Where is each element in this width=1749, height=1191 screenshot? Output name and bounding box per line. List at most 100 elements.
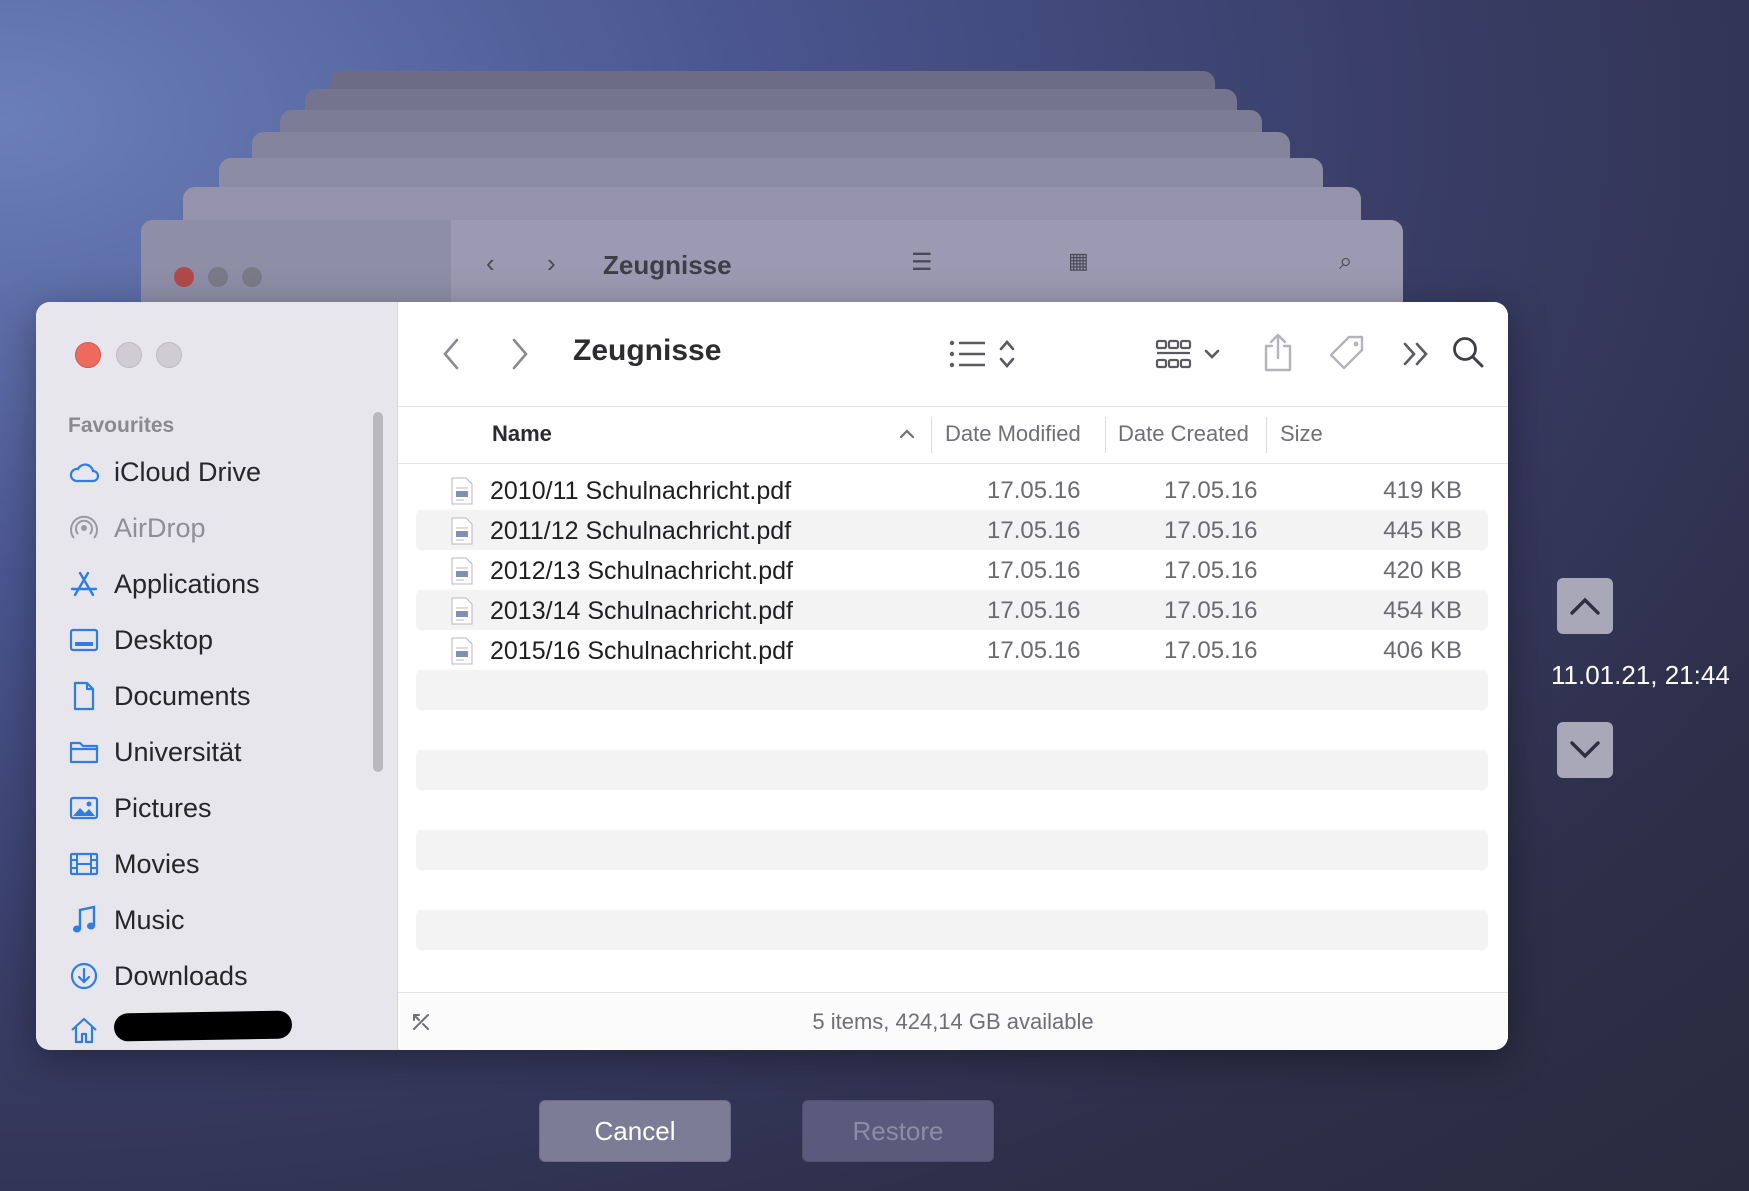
newer-snapshot-button[interactable] <box>1557 722 1613 778</box>
column-name[interactable]: Name <box>492 421 552 447</box>
pdf-file-icon <box>451 557 473 585</box>
pictures-icon <box>68 792 100 824</box>
column-date-created[interactable]: Date Created <box>1118 421 1249 447</box>
sidebar-item-label: Documents <box>114 680 251 711</box>
back-button[interactable] <box>436 336 466 372</box>
forward-button[interactable] <box>505 336 535 372</box>
file-date-modified: 17.05.16 <box>987 597 1081 624</box>
file-size: 445 KB <box>1383 517 1462 544</box>
file-size: 419 KB <box>1383 477 1462 504</box>
sidebar-item-movies[interactable]: Movies <box>68 844 200 884</box>
file-date-modified: 17.05.16 <box>987 557 1081 584</box>
older-snapshot-button[interactable] <box>1557 578 1613 634</box>
column-divider[interactable] <box>1105 417 1106 453</box>
file-date-created: 17.05.16 <box>1164 477 1258 504</box>
sidebar: Favourites iCloud Drive AirDrop Applicat… <box>36 302 398 1050</box>
sidebar-item-airdrop[interactable]: AirDrop <box>68 508 206 548</box>
list-view-icon: ☰ <box>911 249 933 276</box>
table-row[interactable]: 2011/12 Schulnachricht.pdf 17.05.16 17.0… <box>416 510 1488 550</box>
sidebar-item-downloads[interactable]: Downloads <box>68 956 248 996</box>
more-toolbar-button[interactable] <box>1398 334 1434 374</box>
minimize-icon <box>208 267 228 287</box>
sidebar-scrollbar[interactable] <box>373 412 383 772</box>
column-header: Name Date Modified Date Created Size <box>398 407 1508 464</box>
toolbar: Zeugnisse <box>398 302 1508 407</box>
zoom-icon <box>242 267 262 287</box>
cancel-button[interactable]: Cancel <box>539 1100 731 1162</box>
sidebar-item-home[interactable] <box>68 1010 114 1050</box>
pdf-file-icon <box>451 517 473 545</box>
file-size: 420 KB <box>1383 557 1462 584</box>
file-date-created: 17.05.16 <box>1164 597 1258 624</box>
file-name: 2010/11 Schulnachricht.pdf <box>490 477 792 505</box>
column-divider[interactable] <box>931 417 932 453</box>
table-row[interactable]: 2015/16 Schulnachricht.pdf 17.05.16 17.0… <box>416 630 1488 670</box>
file-size: 454 KB <box>1383 597 1462 624</box>
tag-button[interactable] <box>1326 332 1368 374</box>
file-name: 2012/13 Schulnachricht.pdf <box>490 557 793 585</box>
column-size[interactable]: Size <box>1280 421 1323 447</box>
table-row[interactable]: 2010/11 Schulnachricht.pdf 17.05.16 17.0… <box>416 470 1488 510</box>
file-name: 2011/12 Schulnachricht.pdf <box>490 517 792 545</box>
snapshot-title: Zeugnisse <box>603 250 732 280</box>
grid-view-icon <box>1155 339 1192 369</box>
status-text: 5 items, 424,14 GB available <box>812 1009 1094 1034</box>
sidebar-item-label: iCloud Drive <box>114 456 262 487</box>
movies-icon <box>68 848 100 880</box>
chevron-left-icon <box>443 338 459 370</box>
file-date-modified: 17.05.16 <box>987 637 1081 664</box>
file-name: 2015/16 Schulnachricht.pdf <box>490 637 793 665</box>
sidebar-item-music[interactable]: Music <box>68 900 185 940</box>
sidebar-item-applications[interactable]: Applications <box>68 564 260 604</box>
search-button[interactable] <box>1448 332 1488 372</box>
pdf-file-icon <box>451 597 473 625</box>
table-row[interactable]: 2012/13 Schulnachricht.pdf 17.05.16 17.0… <box>416 550 1488 590</box>
file-date-modified: 17.05.16 <box>987 517 1081 544</box>
cloud-icon <box>68 456 100 488</box>
sort-ascending-icon[interactable] <box>898 427 916 441</box>
zoom-button[interactable] <box>156 342 182 368</box>
chevron-updown-icon <box>999 340 1015 368</box>
minimize-button[interactable] <box>116 342 142 368</box>
empty-row <box>416 670 1488 710</box>
pdf-file-icon <box>451 637 473 665</box>
empty-row <box>416 750 1488 790</box>
chevron-down-icon <box>1204 349 1220 359</box>
sidebar-item-desktop[interactable]: Desktop <box>68 620 213 660</box>
sidebar-item-documents[interactable]: Documents <box>68 676 251 716</box>
grid-view-icon: ▦ <box>1068 248 1089 273</box>
restore-button[interactable]: Restore <box>802 1100 994 1162</box>
sidebar-item-label: AirDrop <box>114 512 206 543</box>
share-button[interactable] <box>1258 330 1298 374</box>
music-icon <box>68 904 100 936</box>
sidebar-item-label: Pictures <box>114 792 212 823</box>
file-date-modified: 17.05.16 <box>987 477 1081 504</box>
share-icon <box>1264 333 1292 372</box>
search-icon: ⌕ <box>1339 248 1353 275</box>
chevron-down-icon <box>1570 741 1600 759</box>
sidebar-item-label: Music <box>114 904 185 935</box>
finder-window: Favourites iCloud Drive AirDrop Applicat… <box>36 302 1508 1050</box>
table-row[interactable]: 2013/14 Schulnachricht.pdf 17.05.16 17.0… <box>416 590 1488 630</box>
column-divider[interactable] <box>1266 417 1267 453</box>
file-date-created: 17.05.16 <box>1164 557 1258 584</box>
sidebar-item-icloud-drive[interactable]: iCloud Drive <box>68 452 261 492</box>
sidebar-item-universitat[interactable]: Universität <box>68 732 242 772</box>
file-size: 406 KB <box>1383 637 1462 664</box>
column-date-modified[interactable]: Date Modified <box>945 421 1081 447</box>
sidebar-item-label: Movies <box>114 848 200 879</box>
sidebar-item-pictures[interactable]: Pictures <box>68 788 212 828</box>
sidebar-item-label: Desktop <box>114 624 214 655</box>
folder-icon <box>68 736 100 768</box>
window-title: Zeugnisse <box>573 334 722 367</box>
close-button[interactable] <box>75 342 101 368</box>
group-button[interactable] <box>1150 334 1226 374</box>
applications-icon <box>68 568 100 600</box>
snapshot-window-front[interactable]: ‹ › Zeugnisse ☰ ▦ ⌕ <box>141 220 1403 302</box>
home-icon <box>68 1014 100 1046</box>
file-date-created: 17.05.16 <box>1164 517 1258 544</box>
status-bar: 5 items, 424,14 GB available <box>398 992 1508 1050</box>
empty-row <box>416 830 1488 870</box>
file-name: 2013/14 Schulnachricht.pdf <box>490 597 793 625</box>
view-options-button[interactable] <box>938 334 1028 374</box>
